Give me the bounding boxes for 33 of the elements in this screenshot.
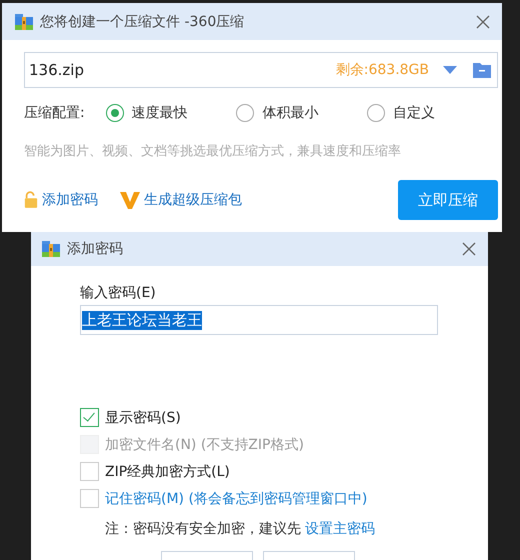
checkbox[interactable] bbox=[80, 408, 99, 427]
free-space-label: 剩余:683.8GB bbox=[336, 61, 429, 79]
radio-button[interactable] bbox=[106, 104, 124, 122]
padlock-icon bbox=[24, 191, 38, 209]
window-title: 您将创建一个压缩文件 -360压缩 bbox=[40, 12, 246, 30]
link[interactable]: 添加密码 bbox=[42, 191, 98, 209]
window-title: 添加密码 bbox=[67, 240, 124, 258]
checkbox[interactable] bbox=[80, 489, 99, 508]
option-label[interactable]: 速度最快 bbox=[132, 104, 188, 122]
password-field[interactable]: 上老王论坛当老王 bbox=[80, 305, 438, 335]
checkbox-label[interactable]: ZIP经典加密方式(L) bbox=[105, 462, 230, 480]
field-label: 输入密码(E) bbox=[80, 284, 157, 302]
close-icon[interactable] bbox=[462, 242, 476, 256]
checkbox[interactable] bbox=[80, 462, 99, 481]
archive-icon bbox=[41, 239, 61, 259]
dropdown-icon[interactable] bbox=[443, 66, 457, 74]
option-label[interactable]: 体积最小 bbox=[262, 104, 318, 122]
checkbox-label[interactable]: 记住密码(M) (将会备忘到密码管理窗口中) bbox=[105, 490, 368, 508]
archive-icon bbox=[14, 12, 34, 32]
v-icon bbox=[120, 190, 140, 210]
folder-icon[interactable] bbox=[473, 62, 491, 78]
link[interactable]: 设置主密码 bbox=[305, 521, 375, 537]
link[interactable]: 生成超级压缩包 bbox=[144, 191, 242, 209]
checkbox-label[interactable]: 显示密码(S) bbox=[105, 408, 181, 426]
radio-button[interactable] bbox=[236, 104, 254, 122]
config-label: 压缩配置: bbox=[24, 104, 86, 122]
note-text: 注：密码没有安全加密，建议先 bbox=[105, 521, 301, 537]
hint-text: 智能为图片、视频、文档等挑选最优压缩方式，兼具速度和压缩率 bbox=[24, 143, 402, 160]
file-name-field[interactable]: 136.zip 剩余:683.8GB bbox=[24, 52, 498, 88]
compress-button[interactable]: 立即压缩 bbox=[398, 180, 498, 220]
radio-button[interactable] bbox=[367, 104, 386, 122]
option-label[interactable]: 自定义 bbox=[393, 104, 436, 122]
close-icon[interactable] bbox=[476, 14, 490, 28]
